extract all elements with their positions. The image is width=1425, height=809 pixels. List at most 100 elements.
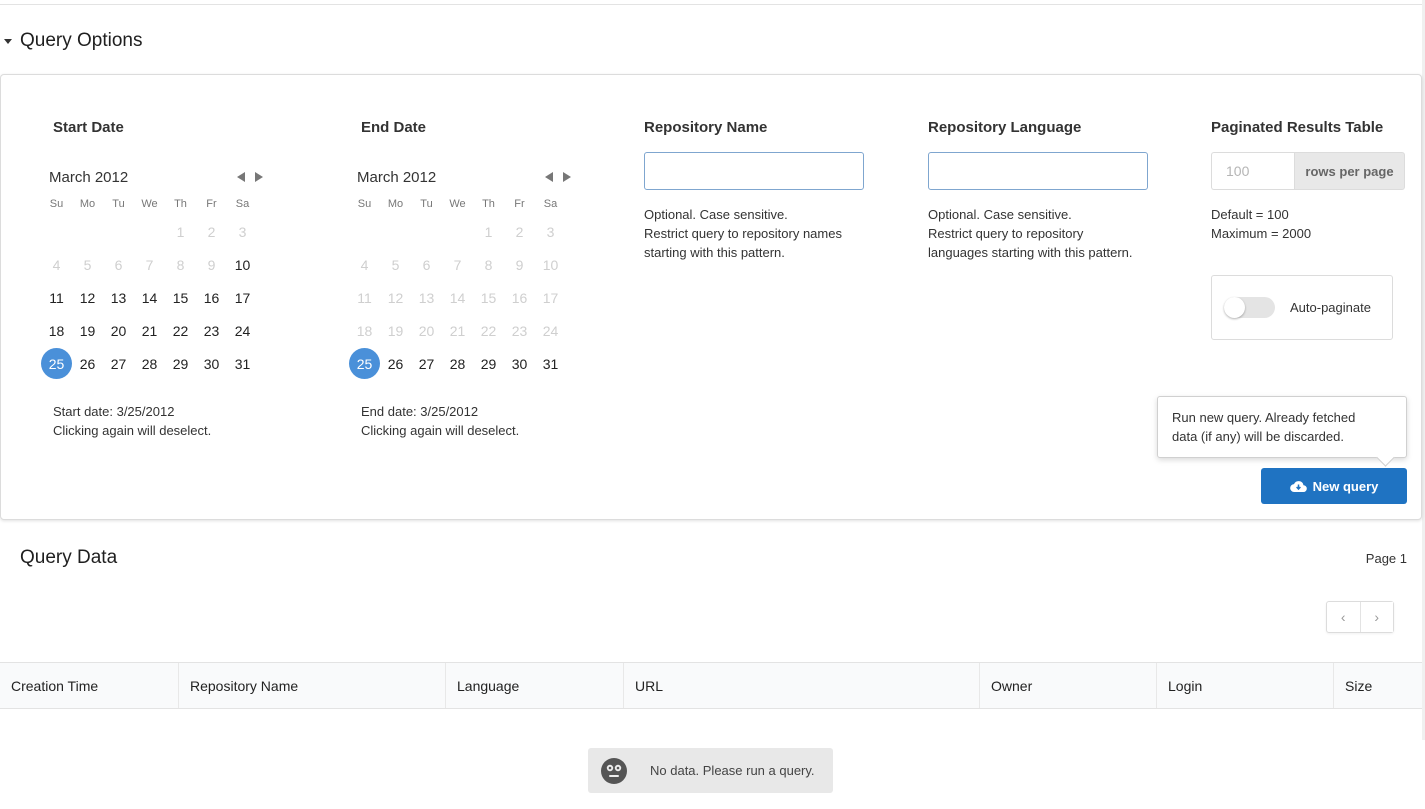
repo-name-input[interactable]: [644, 152, 864, 190]
start-weekday: Mo: [79, 198, 96, 210]
col-url[interactable]: URL: [624, 663, 980, 708]
tooltip-line: Run new query. Already fetched: [1172, 410, 1356, 425]
end-calendar-day: 16: [504, 281, 535, 314]
end-calendar-day: 15: [473, 281, 504, 314]
start-calendar-day[interactable]: 19: [72, 314, 103, 347]
auto-paginate-box: Auto-paginate: [1211, 275, 1393, 340]
repo-name-help-line: starting with this pattern.: [644, 245, 785, 260]
end-calendar-grid: Su Mo Tu We Th Fr Sa 1 2 3 4 5 6 7 8 9 10 11 12 13 14 15 16 17 1…: [349, 193, 577, 380]
start-calendar-day[interactable]: 16: [196, 281, 227, 314]
start-date-note: Start date: 3/25/2012 Clicking again wil…: [53, 402, 211, 440]
calendar-day-number: 1: [176, 223, 185, 240]
start-calendar-day: 3: [227, 215, 258, 248]
end-calendar-day[interactable]: 27: [411, 347, 442, 380]
end-prev-month-icon[interactable]: [545, 172, 553, 182]
col-creation-time[interactable]: Creation Time: [0, 663, 179, 708]
end-calendar-day[interactable]: 28: [442, 347, 473, 380]
col-size[interactable]: Size: [1334, 663, 1422, 708]
start-calendar-day: 6: [103, 248, 134, 281]
calendar-day-number: 16: [511, 289, 528, 306]
calendar-day-number: 27: [110, 355, 127, 372]
end-calendar-day: [442, 215, 473, 248]
end-calendar-day: 20: [411, 314, 442, 347]
start-calendar-month: March 2012: [49, 168, 129, 186]
calendar-day-number: 9: [207, 256, 216, 273]
repo-language-help-line: languages starting with this pattern.: [928, 245, 1133, 260]
start-weekday: Fr: [206, 198, 217, 210]
new-query-label: New query: [1312, 478, 1379, 494]
start-calendar-day[interactable]: 15: [165, 281, 196, 314]
new-query-button[interactable]: New query: [1261, 468, 1407, 504]
start-calendar-day[interactable]: 12: [72, 281, 103, 314]
repo-language-input[interactable]: [928, 152, 1148, 190]
end-weekday: Su: [357, 198, 372, 210]
col-login[interactable]: Login: [1157, 663, 1334, 708]
calendar-day-number: 26: [79, 355, 96, 372]
start-weekday: Su: [49, 198, 64, 210]
col-language[interactable]: Language: [446, 663, 624, 708]
end-next-month-icon[interactable]: [563, 172, 571, 182]
end-calendar-day: 14: [442, 281, 473, 314]
start-calendar-day[interactable]: 13: [103, 281, 134, 314]
col-owner[interactable]: Owner: [980, 663, 1157, 708]
start-calendar-day[interactable]: 23: [196, 314, 227, 347]
start-next-month-icon[interactable]: [255, 172, 263, 182]
end-calendar-day: 7: [442, 248, 473, 281]
rows-maximum-text: Maximum = 2000: [1211, 226, 1312, 241]
end-calendar-day: 13: [411, 281, 442, 314]
start-calendar-day[interactable]: 29: [165, 347, 196, 380]
calendar-day-number: 21: [449, 322, 466, 339]
calendar-day-number: 5: [391, 256, 400, 273]
start-calendar-day[interactable]: 18: [41, 314, 72, 347]
end-calendar-day: 4: [349, 248, 380, 281]
calendar-day-number: 1: [484, 223, 493, 240]
start-calendar-day[interactable]: 20: [103, 314, 134, 347]
calendar-day-number: 23: [511, 322, 528, 339]
calendar-day-number: 29: [172, 355, 189, 372]
start-calendar-day[interactable]: 21: [134, 314, 165, 347]
start-calendar-day[interactable]: 10: [227, 248, 258, 281]
end-calendar-day[interactable]: 29: [473, 347, 504, 380]
end-calendar-day: [349, 215, 380, 248]
start-calendar-day[interactable]: 31: [227, 347, 258, 380]
end-calendar-day[interactable]: 26: [380, 347, 411, 380]
start-calendar-day[interactable]: 17: [227, 281, 258, 314]
start-calendar-day[interactable]: 11: [41, 281, 72, 314]
calendar-day-number: 31: [542, 355, 559, 372]
repo-language-help: Optional. Case sensitive. Restrict query…: [928, 205, 1133, 262]
query-options-toggle[interactable]: Query Options: [0, 30, 143, 52]
end-calendar-day: 9: [504, 248, 535, 281]
cloud-download-icon: [1289, 480, 1307, 492]
start-calendar-day[interactable]: 30: [196, 347, 227, 380]
calendar-day-number: 4: [52, 256, 61, 273]
end-calendar-day[interactable]: 31: [535, 347, 566, 380]
next-page-button[interactable]: ›: [1360, 602, 1393, 632]
calendar-day-number: 20: [110, 322, 127, 339]
start-calendar-day[interactable]: 24: [227, 314, 258, 347]
end-calendar-day: 10: [535, 248, 566, 281]
end-weekday: Tu: [420, 198, 433, 210]
calendar-day-number: 3: [546, 223, 555, 240]
start-calendar-day[interactable]: 25: [41, 347, 72, 380]
col-repository-name[interactable]: Repository Name: [179, 663, 446, 708]
calendar-day-number: 30: [203, 355, 220, 372]
auto-paginate-toggle[interactable]: [1224, 297, 1275, 318]
calendar-day-number: 17: [234, 289, 251, 306]
rows-per-page-input[interactable]: [1211, 152, 1294, 190]
start-calendar-day: 2: [196, 215, 227, 248]
calendar-day-number: 27: [418, 355, 435, 372]
start-calendar-day[interactable]: 28: [134, 347, 165, 380]
end-weekday: We: [449, 198, 466, 210]
start-calendar-day[interactable]: 22: [165, 314, 196, 347]
prev-page-button[interactable]: ‹: [1327, 602, 1361, 632]
start-prev-month-icon[interactable]: [237, 172, 245, 182]
end-calendar-day: 2: [504, 215, 535, 248]
end-calendar-day[interactable]: 25: [349, 347, 380, 380]
start-date-value-text: Start date: 3/25/2012: [53, 404, 175, 419]
end-calendar-day[interactable]: 30: [504, 347, 535, 380]
start-calendar-day[interactable]: 26: [72, 347, 103, 380]
start-calendar-day[interactable]: 27: [103, 347, 134, 380]
calendar-day-number: 13: [418, 289, 435, 306]
start-calendar-day[interactable]: 14: [134, 281, 165, 314]
page-indicator: Page 1: [1365, 551, 1407, 566]
